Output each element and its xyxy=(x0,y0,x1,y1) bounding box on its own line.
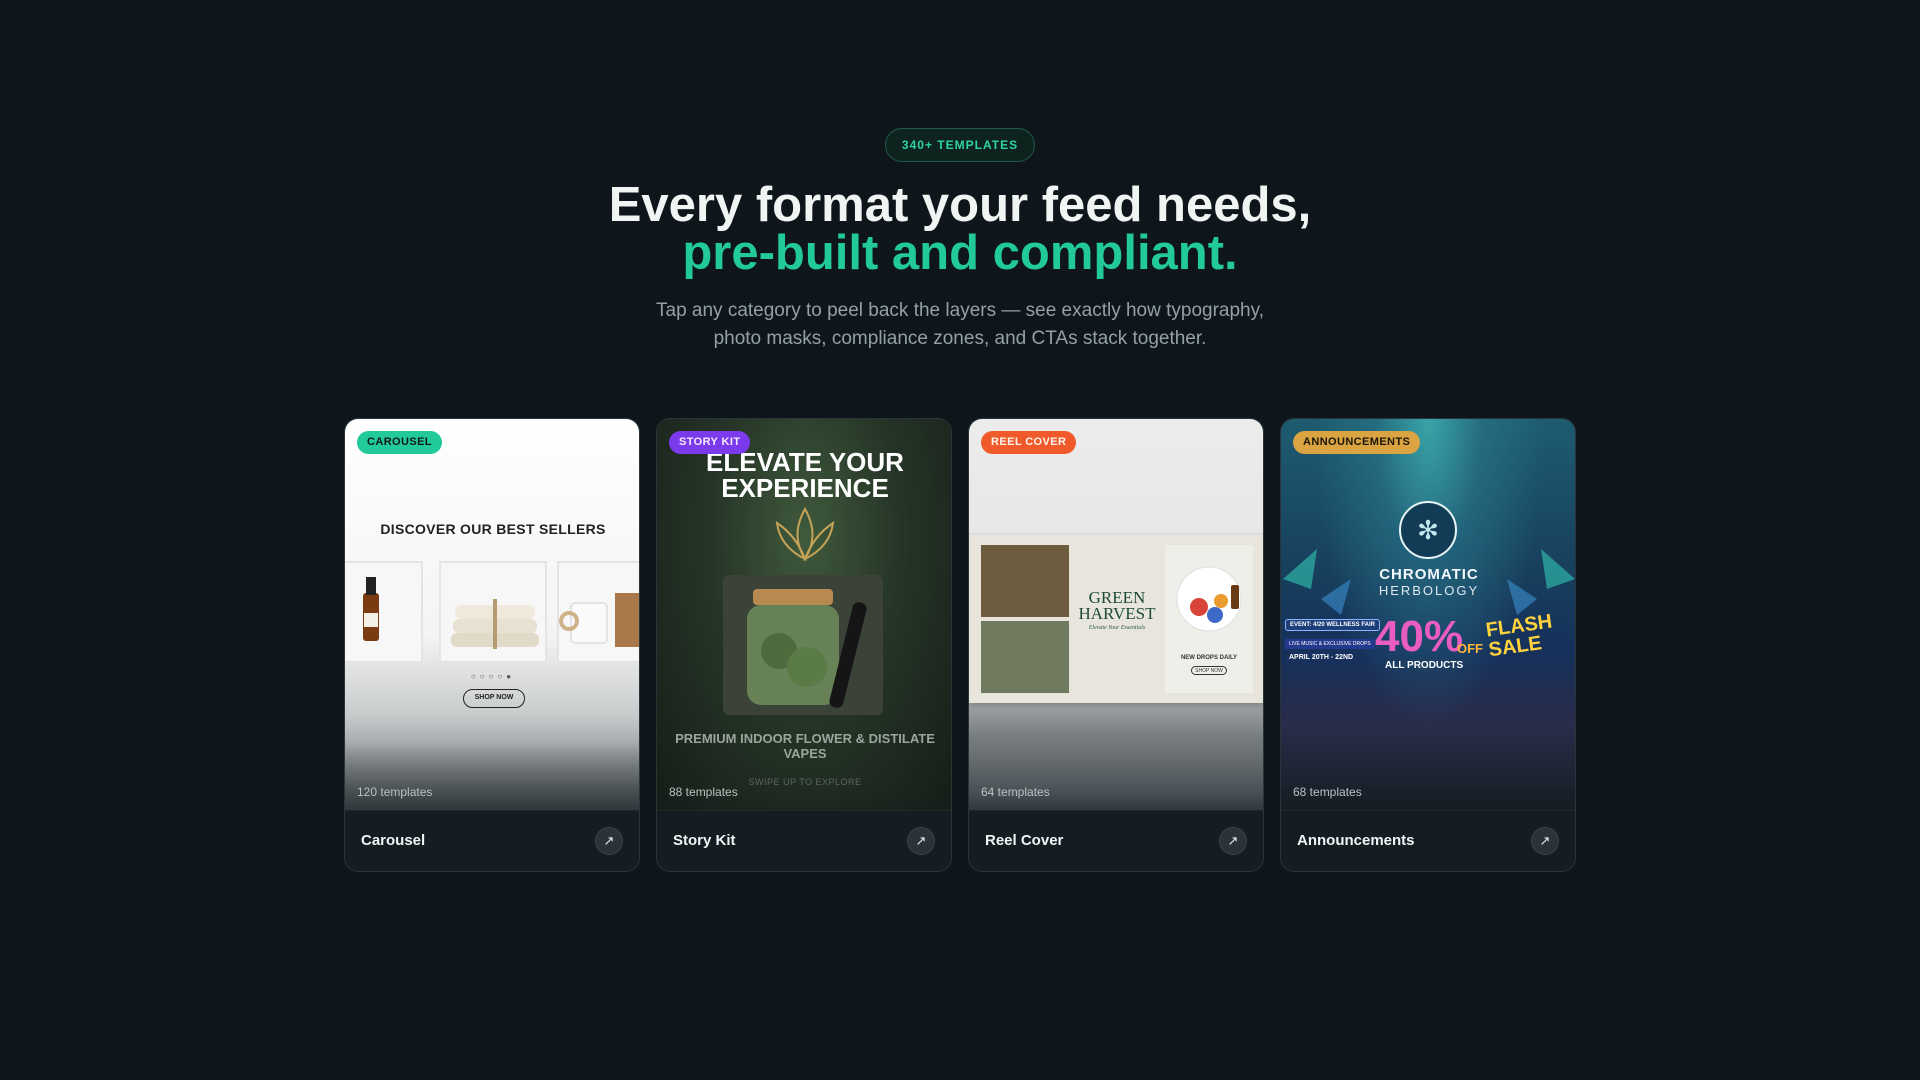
title-line-2: pre-built and compliant. xyxy=(682,226,1238,280)
brand-name-line-2: HERBOLOGY xyxy=(1378,583,1480,598)
reel-cover-preview-image: GREEN HARVEST Elevate Your Essentials NE… xyxy=(969,419,1263,812)
carousel-dots: ○○○○● xyxy=(470,672,516,681)
brand-name: GREEN HARVEST xyxy=(1078,588,1156,623)
event-dates: APRIL 20TH - 22ND xyxy=(1285,651,1358,665)
category-tag: REEL COVER xyxy=(981,431,1077,454)
brand-tagline: Elevate Your Essentials xyxy=(1088,625,1146,631)
event-sub-label: LIVE MUSIC & EXCLUSIVE DROPS xyxy=(1285,639,1375,649)
product-tile-serum xyxy=(345,561,423,663)
preview-headline: DISCOVER OUR BEST SELLERS xyxy=(380,521,606,537)
reel-banner: GREEN HARVEST Elevate Your Essentials NE… xyxy=(969,535,1263,703)
preview-subheadline: PREMIUM INDOOR FLOWER & DISTILATE VAPES xyxy=(675,731,935,761)
event-label: EVENT: 4/20 WELLNESS FAIR xyxy=(1285,619,1381,631)
arrow-up-right-icon[interactable]: ↗ xyxy=(1219,827,1247,855)
templates-count-badge: 340+ TEMPLATES xyxy=(884,128,1036,162)
card-footer: Announcements ↗ xyxy=(1281,810,1575,871)
page-subtitle: Tap any category to peel back the layers… xyxy=(656,300,1264,349)
arrow-up-right-icon[interactable]: ↗ xyxy=(907,827,935,855)
announcements-preview-image: ✻ CHROMATIC HERBOLOGY EVENT: 4/20 WELLNE… xyxy=(1281,419,1575,812)
template-count: 88 templates xyxy=(669,785,738,799)
category-card-story-kit[interactable]: ELEVATE YOUR EXPERIENCE PREMIUM INDOOR F… xyxy=(656,418,952,872)
category-name: Story Kit xyxy=(673,832,736,849)
template-count: 64 templates xyxy=(981,785,1050,799)
preview-shop-button: SHOP NOW xyxy=(1191,666,1227,675)
arrow-up-right-icon[interactable]: ↗ xyxy=(1531,827,1559,855)
category-card-carousel[interactable]: DISCOVER OUR BEST SELLERS ○○○○● SHOP NOW… xyxy=(344,418,640,872)
product-tile-towels xyxy=(439,561,547,663)
card-footer: Carousel ↗ xyxy=(345,810,639,871)
discount-off: OFF xyxy=(1457,641,1483,656)
discount-percent: 40% xyxy=(1375,612,1464,661)
card-footer: Reel Cover ↗ xyxy=(969,810,1263,871)
category-name: Announcements xyxy=(1297,832,1415,849)
title-line-1: Every format your feed needs, xyxy=(608,178,1312,232)
preview-headline: ELEVATE YOUR EXPERIENCE xyxy=(706,447,904,503)
jar-photo xyxy=(723,575,883,715)
flash-sale-label: FLASH SALE xyxy=(1484,610,1554,662)
cannabis-leaf-icon: ✻ xyxy=(1399,501,1457,559)
discount-scope: ALL PRODUCTS xyxy=(1385,660,1464,671)
template-count: 120 templates xyxy=(357,785,433,799)
story-kit-preview-image: ELEVATE YOUR EXPERIENCE PREMIUM INDOOR F… xyxy=(657,419,951,812)
drops-label: NEW DROPS DAILY xyxy=(1180,655,1238,661)
category-card-announcements[interactable]: ✻ CHROMATIC HERBOLOGY EVENT: 4/20 WELLNE… xyxy=(1280,418,1576,872)
category-tag: STORY KIT xyxy=(669,431,751,454)
category-card-reel-cover[interactable]: GREEN HARVEST Elevate Your Essentials NE… xyxy=(968,418,1264,872)
card-footer: Story Kit ↗ xyxy=(657,810,951,871)
arrow-up-right-icon[interactable]: ↗ xyxy=(595,827,623,855)
category-name: Carousel xyxy=(361,832,426,849)
template-count: 68 templates xyxy=(1293,785,1362,799)
brand-name-line-1: CHROMATIC xyxy=(1379,566,1479,583)
category-tag: ANNOUNCEMENTS xyxy=(1293,431,1421,454)
category-tag: CAROUSEL xyxy=(357,431,442,454)
flower-photo xyxy=(981,545,1069,617)
page-title: Every format your feed needs, pre-built … xyxy=(0,178,1920,280)
product-tile-mug xyxy=(557,561,639,663)
preview-shop-button: SHOP NOW xyxy=(463,689,525,708)
category-cards: DISCOVER OUR BEST SELLERS ○○○○● SHOP NOW… xyxy=(344,418,1576,872)
hands-photo xyxy=(981,621,1069,693)
category-name: Reel Cover xyxy=(985,832,1064,849)
lotus-icon xyxy=(775,506,835,562)
